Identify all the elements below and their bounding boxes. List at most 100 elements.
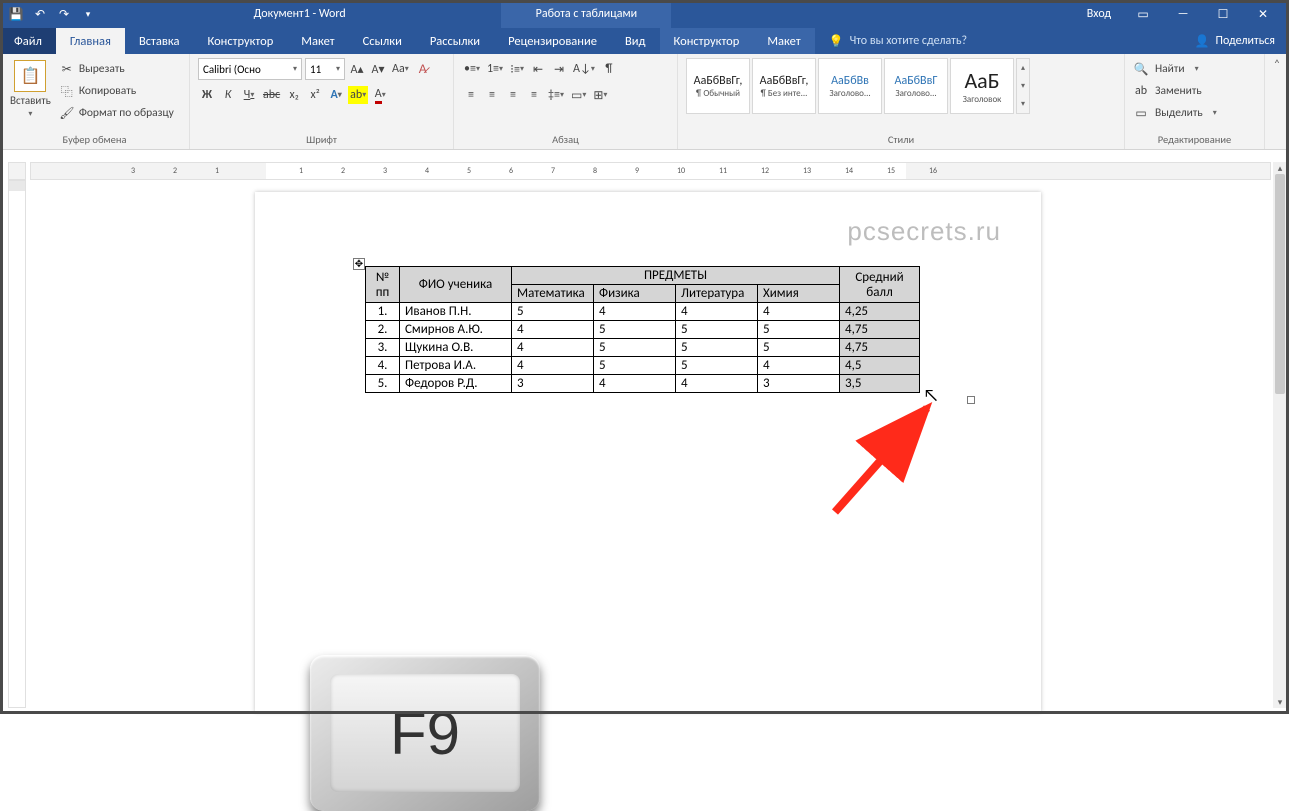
italic-button[interactable]: К <box>219 86 237 104</box>
horizontal-ruler[interactable]: 32112345678910111213141516 <box>30 162 1271 180</box>
undo-icon[interactable]: ↶ <box>30 4 50 24</box>
text-effects-button[interactable]: A <box>327 86 345 104</box>
tab-mailings[interactable]: Рассылки <box>416 28 494 54</box>
show-marks-button[interactable]: ¶ <box>600 60 618 78</box>
cell-grade[interactable]: 4 <box>758 357 840 375</box>
find-button[interactable]: 🔍Найти▾ <box>1133 58 1217 80</box>
cell-fio[interactable]: Щукина О.В. <box>400 339 512 357</box>
font-name-combo[interactable]: Calibri (Осно▾ <box>198 58 302 80</box>
cell-grade[interactable]: 5 <box>676 357 758 375</box>
align-center-button[interactable]: ≡ <box>483 86 501 104</box>
cell-grade[interactable]: 5 <box>594 339 676 357</box>
maximize-icon[interactable]: ☐ <box>1203 0 1243 28</box>
cell-grade[interactable]: 5 <box>758 321 840 339</box>
superscript-button[interactable]: x² <box>306 86 324 104</box>
cell-num[interactable]: 4. <box>366 357 400 375</box>
bold-button[interactable]: Ж <box>198 86 216 104</box>
tab-insert[interactable]: Вставка <box>125 28 194 54</box>
tab-review[interactable]: Рецензирование <box>494 28 611 54</box>
table-row[interactable]: 4.Петрова И.А.45544,5 <box>366 357 920 375</box>
copy-button[interactable]: ⿻Копировать <box>59 80 174 102</box>
cell-grade[interactable]: 5 <box>676 321 758 339</box>
table-row[interactable]: 1.Иванов П.Н.54444,25 <box>366 303 920 321</box>
indent-button[interactable]: ⇥ <box>550 60 568 78</box>
font-color-button[interactable]: A <box>371 86 389 104</box>
ribbon-options-icon[interactable]: ▭ <box>1123 0 1163 28</box>
cell-grade[interactable]: 5 <box>758 339 840 357</box>
cell-grade[interactable]: 5 <box>676 339 758 357</box>
tab-layout[interactable]: Макет <box>287 28 348 54</box>
close-icon[interactable]: ✕ <box>1243 0 1283 28</box>
tab-references[interactable]: Ссылки <box>349 28 416 54</box>
cell-fio[interactable]: Петрова И.А. <box>400 357 512 375</box>
page[interactable]: pcsecrets.ru ✥ № пп ФИО ученика ПРЕДМЕТЫ… <box>255 192 1041 712</box>
grow-font-button[interactable]: A▴ <box>348 60 366 78</box>
cell-grade[interactable]: 5 <box>594 321 676 339</box>
cell-grade[interactable]: 4 <box>758 303 840 321</box>
clear-format-button[interactable]: A̷ <box>414 60 432 78</box>
cell-avg[interactable]: 4,75 <box>840 321 920 339</box>
cell-grade[interactable]: 3 <box>758 375 840 393</box>
cell-grade[interactable]: 4 <box>676 375 758 393</box>
style-item-1[interactable]: АаБбВвГг,¶ Без инте... <box>752 58 816 114</box>
cell-num[interactable]: 5. <box>366 375 400 393</box>
paste-button[interactable]: 📋 Вставить ▾ <box>8 58 53 121</box>
cell-fio[interactable]: Иванов П.Н. <box>400 303 512 321</box>
style-item-0[interactable]: АаБбВвГг,¶ Обычный <box>686 58 750 114</box>
cell-avg[interactable]: 4,5 <box>840 357 920 375</box>
select-button[interactable]: ▭Выделить▾ <box>1133 102 1217 124</box>
cell-num[interactable]: 3. <box>366 339 400 357</box>
table-row[interactable]: 5.Федоров Р.Д.34433,5 <box>366 375 920 393</box>
align-left-button[interactable]: ≡ <box>462 86 480 104</box>
cell-avg[interactable]: 4,25 <box>840 303 920 321</box>
cell-num[interactable]: 1. <box>366 303 400 321</box>
align-right-button[interactable]: ≡ <box>504 86 522 104</box>
scroll-up-icon[interactable]: ▴ <box>1273 162 1287 174</box>
font-size-combo[interactable]: 11▾ <box>305 58 345 80</box>
change-case-button[interactable]: Aa <box>390 60 411 78</box>
tab-file[interactable]: Файл <box>0 28 56 54</box>
underline-button[interactable]: Ч <box>240 86 258 104</box>
cell-fio[interactable]: Смирнов А.Ю. <box>400 321 512 339</box>
cell-grade[interactable]: 3 <box>512 375 594 393</box>
tab-table-layout[interactable]: Макет <box>753 28 814 54</box>
cell-grade[interactable]: 4 <box>512 321 594 339</box>
cell-grade[interactable]: 5 <box>512 303 594 321</box>
highlight-button[interactable]: ab <box>348 86 368 104</box>
tell-me[interactable]: 💡 Что вы хотите сделать? <box>815 28 1181 54</box>
style-item-3[interactable]: АаБбВвГЗаголово... <box>884 58 948 114</box>
style-item-4[interactable]: АаБЗаголовок <box>950 58 1014 114</box>
redo-icon[interactable]: ↷ <box>54 4 74 24</box>
numbering-button[interactable]: 1≡ <box>485 60 505 78</box>
minimize-icon[interactable]: — <box>1163 0 1203 28</box>
cell-num[interactable]: 2. <box>366 321 400 339</box>
table-move-handle[interactable]: ✥ <box>353 258 365 270</box>
cell-grade[interactable]: 4 <box>512 357 594 375</box>
borders-button[interactable]: ⊞ <box>591 86 609 104</box>
vertical-scrollbar[interactable]: ▴ ▾ <box>1273 162 1287 708</box>
grades-table[interactable]: № пп ФИО ученика ПРЕДМЕТЫ Средний балл М… <box>365 266 920 393</box>
scroll-thumb[interactable] <box>1275 174 1285 394</box>
multilevel-button[interactable]: ⁝≡ <box>508 60 526 78</box>
cell-grade[interactable]: 4 <box>512 339 594 357</box>
cell-grade[interactable]: 4 <box>676 303 758 321</box>
sort-button[interactable]: A↓ <box>571 60 597 78</box>
shading-button[interactable]: ▭ <box>569 86 588 104</box>
outdent-button[interactable]: ⇤ <box>529 60 547 78</box>
cell-fio[interactable]: Федоров Р.Д. <box>400 375 512 393</box>
table-row[interactable]: 2.Смирнов А.Ю.45554,75 <box>366 321 920 339</box>
vertical-ruler[interactable] <box>8 180 26 708</box>
bullets-button[interactable]: •≡ <box>462 60 482 78</box>
tab-home[interactable]: Главная <box>56 28 125 54</box>
subscript-button[interactable]: x₂ <box>285 86 303 104</box>
justify-button[interactable]: ≡ <box>525 86 543 104</box>
tab-table-design[interactable]: Конструктор <box>660 28 754 54</box>
table-resize-handle[interactable] <box>967 396 975 404</box>
style-item-2[interactable]: АаБбВвЗаголово... <box>818 58 882 114</box>
scroll-down-icon[interactable]: ▾ <box>1273 696 1287 708</box>
line-spacing-button[interactable]: ‡≡ <box>546 86 566 104</box>
tab-view[interactable]: Вид <box>611 28 660 54</box>
qat-more-icon[interactable]: ▾ <box>78 4 98 24</box>
save-icon[interactable]: 💾 <box>6 4 26 24</box>
cut-button[interactable]: ✂Вырезать <box>59 58 174 80</box>
